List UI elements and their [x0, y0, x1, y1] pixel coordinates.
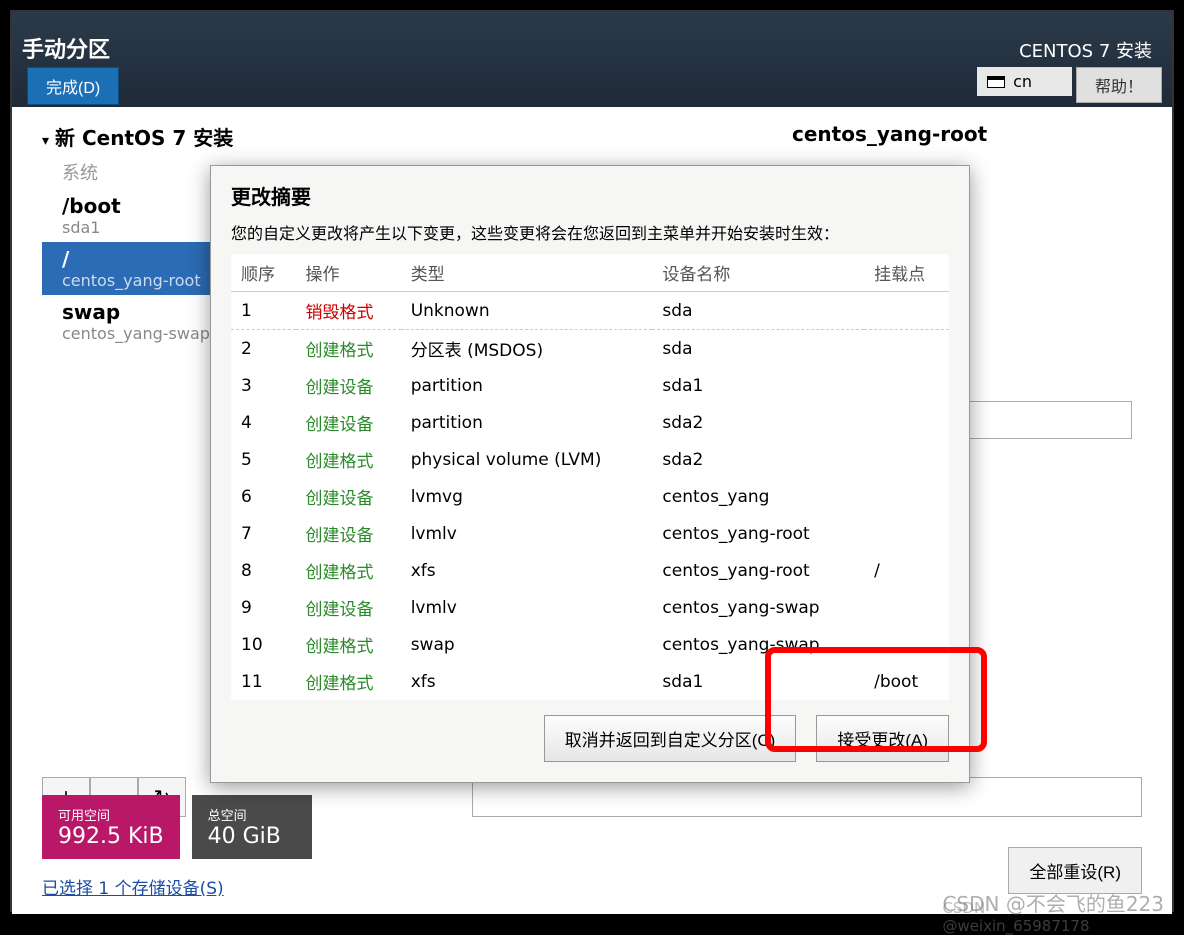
new-install-title[interactable]: 新 CentOS 7 安装	[42, 122, 542, 151]
table-row[interactable]: 10创建格式swapcentos_yang-swap	[231, 626, 949, 663]
table-row[interactable]: 4创建设备partitionsda2	[231, 404, 949, 441]
cancel-button[interactable]: 取消并返回到自定义分区(C)	[544, 715, 797, 762]
table-row[interactable]: 5创建格式physical volume (LVM)sda2	[231, 441, 949, 478]
accept-changes-button[interactable]: 接受更改(A)	[816, 715, 949, 762]
table-row[interactable]: 1销毁格式Unknownsda	[231, 292, 949, 330]
table-row[interactable]: 8创建格式xfscentos_yang-root/	[231, 552, 949, 589]
lang-code: cn	[1013, 72, 1032, 91]
header-bar: 手动分区 完成(D) CENTOS 7 安装 cn 帮助！	[12, 12, 1172, 107]
col-mount[interactable]: 挂载点	[864, 254, 949, 292]
total-space-card: 总空间 40 GiB	[192, 795, 312, 859]
avail-label: 可用空间	[58, 805, 164, 824]
keyboard-layout-indicator[interactable]: cn	[977, 67, 1072, 96]
dialog-description: 您的自定义更改将产生以下变更，这些变更将会在您返回到主菜单并开始安装时生效：	[231, 220, 949, 244]
install-label: CENTOS 7 安装	[1019, 37, 1152, 63]
table-row[interactable]: 7创建设备lvmlvcentos_yang-root	[231, 515, 949, 552]
col-type[interactable]: 类型	[401, 254, 653, 292]
storage-devices-link[interactable]: 已选择 1 个存储设备(S)	[42, 874, 224, 899]
change-table: 顺序 操作 类型 设备名称 挂载点 1销毁格式Unknownsda2创建格式分区…	[231, 254, 949, 700]
change-summary-dialog: 更改摘要 您的自定义更改将产生以下变更，这些变更将会在您返回到主菜单并开始安装时…	[210, 165, 970, 783]
keyboard-icon	[987, 76, 1005, 88]
total-label: 总空间	[208, 805, 296, 824]
available-space-card: 可用空间 992.5 KiB	[42, 795, 180, 859]
reset-all-button[interactable]: 全部重设(R)	[1008, 847, 1142, 894]
watermark: CSDN @不会飞的鱼223 CSDN @weixin_65987178	[942, 888, 1164, 917]
col-action[interactable]: 操作	[296, 254, 401, 292]
col-order[interactable]: 顺序	[231, 254, 296, 292]
page-title: 手动分区	[22, 32, 110, 64]
selected-device-title: centos_yang-root	[792, 122, 1132, 146]
space-cards: 可用空间 992.5 KiB 总空间 40 GiB	[42, 795, 312, 859]
table-row[interactable]: 3创建设备partitionsda1	[231, 367, 949, 404]
help-button[interactable]: 帮助！	[1076, 67, 1162, 103]
dialog-title: 更改摘要	[231, 181, 949, 210]
table-row[interactable]: 2创建格式分区表 (MSDOS)sda	[231, 330, 949, 368]
total-value: 40 GiB	[208, 824, 296, 849]
col-device[interactable]: 设备名称	[652, 254, 864, 292]
avail-value: 992.5 KiB	[58, 824, 164, 849]
done-button[interactable]: 完成(D)	[27, 67, 119, 105]
label-input[interactable]	[472, 777, 1142, 817]
table-row[interactable]: 6创建设备lvmvgcentos_yang	[231, 478, 949, 515]
table-row[interactable]: 11创建格式xfssda1/boot	[231, 663, 949, 700]
table-row[interactable]: 9创建设备lvmlvcentos_yang-swap	[231, 589, 949, 626]
